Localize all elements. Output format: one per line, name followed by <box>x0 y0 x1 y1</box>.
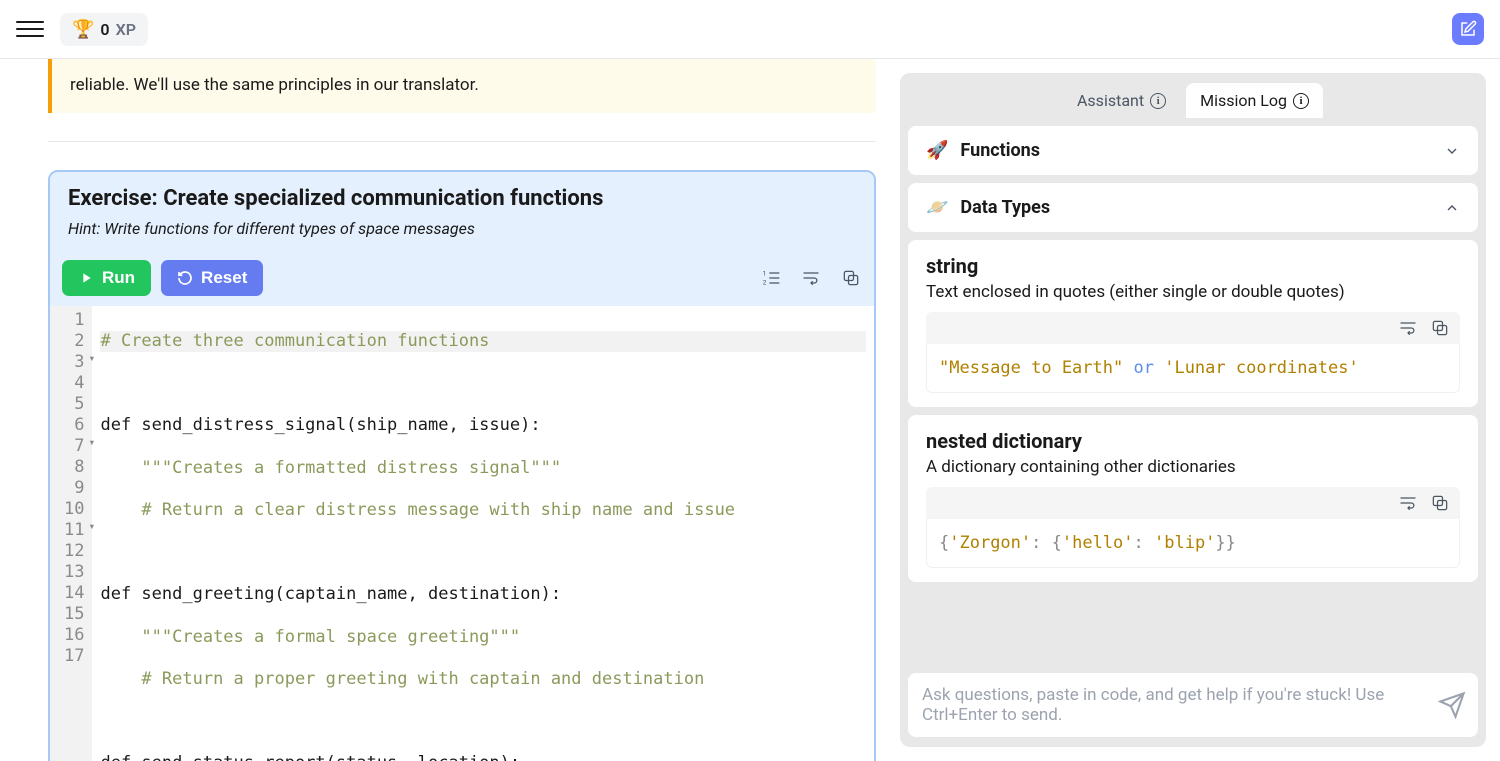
reset-label: Reset <box>201 268 247 288</box>
run-label: Run <box>102 268 135 288</box>
run-button[interactable]: Run <box>62 260 151 296</box>
edit-button[interactable] <box>1452 13 1484 45</box>
section-functions[interactable]: 🚀 Functions <box>908 126 1478 175</box>
tab-row: Assistant i Mission Log i <box>900 73 1486 118</box>
code-editor[interactable]: 1 2 3 4 5 6 7 8 9 10 11 12 13 14 15 16 1 <box>50 306 874 761</box>
callout-text: reliable. We'll use the same principles … <box>70 75 479 95</box>
exercise-card: Exercise: Create specialized communicati… <box>48 170 876 761</box>
section-title-text: Functions <box>960 140 1040 161</box>
trophy-icon: 🏆 <box>72 19 94 40</box>
chat-input-wrap <box>900 663 1486 747</box>
section-title-text: Data Types <box>960 197 1050 218</box>
planet-icon: 🪐 <box>926 197 948 218</box>
xp-badge[interactable]: 🏆 0 XP <box>60 13 148 46</box>
wrap-icon[interactable] <box>1398 318 1418 338</box>
exercise-header: Exercise: Create specialized communicati… <box>50 172 874 254</box>
chevron-down-icon <box>1444 143 1460 159</box>
info-icon: i <box>1293 93 1309 109</box>
line-numbers-icon[interactable]: 12 <box>760 267 782 289</box>
exercise-hint: Hint: Write functions for different type… <box>68 219 856 238</box>
tab-assistant[interactable]: Assistant i <box>1063 83 1180 118</box>
copy-icon[interactable] <box>1430 493 1450 513</box>
info-icon: i <box>1150 93 1166 109</box>
card-string: string Text enclosed in quotes (either s… <box>908 240 1478 407</box>
right-panel: Assistant i Mission Log i 🚀 Functions <box>900 73 1486 747</box>
topbar-left: 🏆 0 XP <box>16 13 148 46</box>
card-title: string <box>926 254 1460 278</box>
snippet-toolbar <box>926 312 1460 344</box>
xp-value: 0 <box>100 20 109 39</box>
chat-input[interactable] <box>908 673 1478 737</box>
tab-label: Assistant <box>1077 91 1144 110</box>
wrap-icon[interactable] <box>800 267 822 289</box>
gutter: 1 2 3 4 5 6 7 8 9 10 11 12 13 14 15 16 1 <box>50 306 92 761</box>
tab-mission-log[interactable]: Mission Log i <box>1186 83 1323 118</box>
snippet-code[interactable]: {'Zorgon': {'hello': 'blip'}} <box>926 519 1460 568</box>
main-content: reliable. We'll use the same principles … <box>0 59 900 761</box>
exercise-title: Exercise: Create specialized communicati… <box>68 186 856 211</box>
card-nested-dictionary: nested dictionary A dictionary containin… <box>908 415 1478 582</box>
tab-label: Mission Log <box>1200 91 1287 110</box>
copy-icon[interactable] <box>840 267 862 289</box>
svg-text:2: 2 <box>763 278 767 286</box>
copy-icon[interactable] <box>1430 318 1450 338</box>
rocket-icon: 🚀 <box>926 140 948 161</box>
card-desc: Text enclosed in quotes (either single o… <box>926 282 1460 302</box>
editor-toolbar: Run Reset 12 <box>50 254 874 306</box>
menu-icon[interactable] <box>16 15 44 43</box>
chat-textarea[interactable] <box>922 685 1428 725</box>
info-callout: reliable. We'll use the same principles … <box>48 59 876 113</box>
divider <box>48 141 876 142</box>
topbar: 🏆 0 XP <box>0 0 1500 59</box>
chevron-up-icon <box>1444 200 1460 216</box>
xp-label: XP <box>116 20 136 39</box>
svg-text:1: 1 <box>763 269 767 277</box>
card-title: nested dictionary <box>926 429 1460 453</box>
snippet-toolbar <box>926 487 1460 519</box>
panel-body: 🚀 Functions 🪐 Data Types <box>900 118 1486 663</box>
wrap-icon[interactable] <box>1398 493 1418 513</box>
card-desc: A dictionary containing other dictionari… <box>926 457 1460 477</box>
code-body[interactable]: # Create three communication functions d… <box>92 306 874 761</box>
snippet-code[interactable]: "Message to Earth" or 'Lunar coordinates… <box>926 344 1460 393</box>
send-icon[interactable] <box>1438 691 1466 719</box>
section-data-types[interactable]: 🪐 Data Types <box>908 183 1478 232</box>
reset-button[interactable]: Reset <box>161 260 263 296</box>
